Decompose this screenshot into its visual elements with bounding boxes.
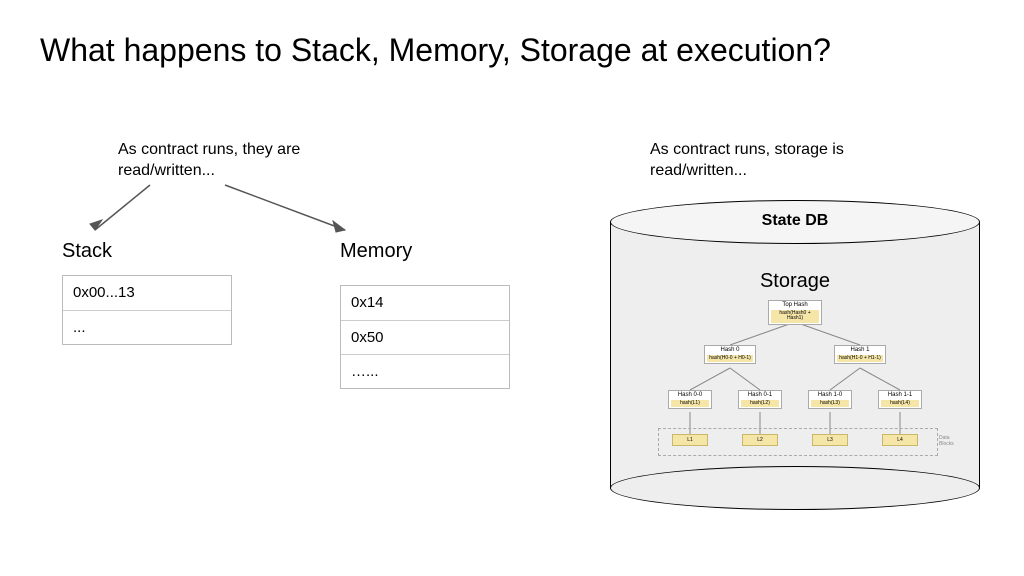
- merkle-tree: Top Hash hash(Hash0 + Hash1) Hash 0 hash…: [640, 300, 950, 480]
- stack-row: 0x00...13: [63, 276, 231, 310]
- caption-stack-memory: As contract runs, they are read/written.…: [118, 140, 348, 182]
- tree-node-label: Hash 1-1: [881, 392, 919, 399]
- arrow-to-stack: [80, 180, 160, 240]
- tree-node-label: Hash 1: [837, 347, 883, 354]
- data-blocks-label: Data Blocks: [939, 435, 965, 447]
- tree-leaf: L3: [812, 434, 848, 446]
- tree-node-sub: hash(Hash0 + Hash1): [771, 310, 819, 323]
- tree-node-l2: Hash 0-1 hash(L2): [738, 390, 782, 409]
- tree-node-l1: Hash 0 hash(H0-0 + H0-1): [704, 345, 756, 364]
- tree-leaf: L4: [882, 434, 918, 446]
- memory-row: 0x14: [341, 286, 509, 320]
- tree-leaf: L1: [672, 434, 708, 446]
- tree-node-sub: hash(L2): [741, 400, 779, 408]
- tree-node-top: Top Hash hash(Hash0 + Hash1): [768, 300, 822, 325]
- stack-row: ...: [63, 310, 231, 344]
- tree-node-l2: Hash 0-0 hash(L1): [668, 390, 712, 409]
- tree-node-label: Hash 0-1: [741, 392, 779, 399]
- tree-node-sub: hash(H1-0 + H1-1): [837, 355, 883, 363]
- tree-node-l1: Hash 1 hash(H1-0 + H1-1): [834, 345, 886, 364]
- stack-label: Stack: [62, 240, 112, 263]
- arrow-to-memory: [220, 180, 360, 240]
- state-db-label: State DB: [610, 212, 980, 230]
- tree-node-l2: Hash 1-0 hash(L3): [808, 390, 852, 409]
- tree-node-label: Hash 0: [707, 347, 753, 354]
- caption-storage: As contract runs, storage is read/writte…: [650, 140, 870, 182]
- tree-node-sub: hash(H0-0 + H0-1): [707, 355, 753, 363]
- tree-node-label: Top Hash: [771, 302, 819, 309]
- slide-title: What happens to Stack, Memory, Storage a…: [40, 30, 831, 70]
- storage-label: Storage: [610, 270, 980, 293]
- tree-node-sub: hash(L3): [811, 400, 849, 408]
- memory-table: 0x14 0x50 …...: [340, 285, 510, 389]
- tree-node-sub: hash(L1): [671, 400, 709, 408]
- memory-row: 0x50: [341, 320, 509, 354]
- tree-node-l2: Hash 1-1 hash(L4): [878, 390, 922, 409]
- tree-leaf: L2: [742, 434, 778, 446]
- tree-node-label: Hash 1-0: [811, 392, 849, 399]
- memory-label: Memory: [340, 240, 412, 263]
- memory-row: …...: [341, 354, 509, 388]
- stack-table: 0x00...13 ...: [62, 275, 232, 345]
- tree-node-sub: hash(L4): [881, 400, 919, 408]
- tree-node-label: Hash 0-0: [671, 392, 709, 399]
- state-db-cylinder: State DB Storage Top Hash hash(Hash0 + H…: [610, 200, 980, 510]
